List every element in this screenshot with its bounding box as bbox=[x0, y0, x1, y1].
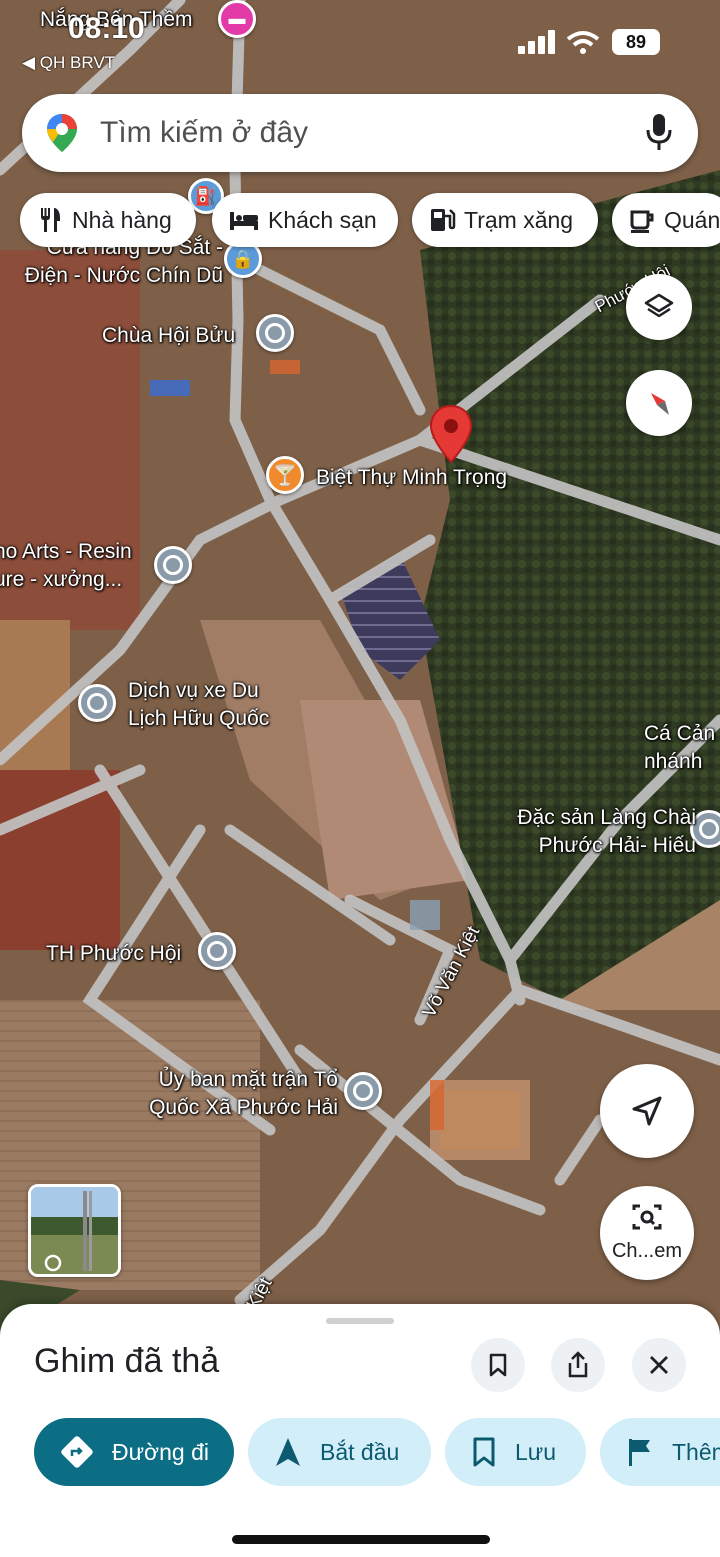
map-label-th-phuoc-hoi[interactable]: TH Phước Hội bbox=[46, 940, 181, 968]
sheet-drag-handle[interactable] bbox=[326, 1318, 394, 1324]
search-bar[interactable] bbox=[22, 94, 698, 172]
place-poi-icon[interactable] bbox=[344, 1072, 382, 1110]
battery-icon: 89 bbox=[612, 29, 660, 55]
directions-label: Đường đi bbox=[112, 1438, 209, 1465]
fuel-pump-icon bbox=[431, 209, 456, 231]
map-label-chua-hoi-buu[interactable]: Chùa Hội Bửu bbox=[102, 322, 235, 350]
place-poi-icon[interactable] bbox=[154, 546, 192, 584]
cellular-signal-icon bbox=[518, 30, 556, 54]
google-maps-pin-icon bbox=[47, 114, 77, 152]
close-icon bbox=[650, 1356, 668, 1374]
chip-label: Trạm xăng bbox=[464, 206, 574, 233]
map-label-arts-resin[interactable]: no Arts - Resin ure - xưởng... bbox=[0, 538, 146, 594]
bookmark-icon bbox=[489, 1353, 507, 1377]
status-time: 08:10 bbox=[68, 12, 145, 45]
dropped-pin-icon[interactable] bbox=[428, 404, 474, 466]
navigation-start-icon bbox=[276, 1438, 300, 1466]
share-icon bbox=[568, 1351, 588, 1378]
bookmark-icon bbox=[473, 1437, 495, 1467]
microphone-icon[interactable] bbox=[644, 112, 674, 154]
temple-poi-icon[interactable] bbox=[256, 314, 294, 352]
street-view-thumbnail[interactable] bbox=[28, 1184, 121, 1277]
flag-icon bbox=[629, 1439, 650, 1466]
compass-icon bbox=[651, 393, 669, 415]
layers-button[interactable] bbox=[626, 274, 692, 340]
lens-label: Ch...em bbox=[611, 1240, 683, 1262]
share-button[interactable] bbox=[551, 1338, 605, 1392]
back-to-app-link[interactable]: ◀ QH BRVT bbox=[22, 53, 115, 73]
save-icon-button[interactable] bbox=[471, 1338, 525, 1392]
compass-button[interactable] bbox=[626, 370, 692, 436]
chip-gas-stations[interactable]: Trạm xăng bbox=[412, 193, 598, 247]
close-button[interactable] bbox=[632, 1338, 686, 1392]
add-label-button[interactable]: Thêm bbox=[600, 1418, 720, 1486]
map-label-uy-ban[interactable]: Ủy ban mặt trận Tổ Quốc Xã Phước Hải bbox=[126, 1066, 338, 1122]
street-view-preview bbox=[31, 1187, 118, 1274]
my-location-button[interactable] bbox=[600, 1064, 694, 1158]
save-button[interactable]: Lưu bbox=[445, 1418, 586, 1486]
chip-label: Khách sạn bbox=[268, 206, 377, 233]
chip-label: Quán bbox=[664, 206, 720, 233]
layers-icon bbox=[644, 293, 674, 318]
status-bar: 08:10 ◀ QH BRVT 89 bbox=[0, 0, 720, 80]
search-input[interactable] bbox=[100, 106, 620, 160]
directions-button[interactable]: Đường đi bbox=[34, 1418, 234, 1486]
chip-restaurants[interactable]: Nhà hàng bbox=[20, 193, 196, 247]
place-sheet[interactable]: Ghim đã thả Đường đi Bắt đầu Lưu Thê bbox=[0, 1304, 720, 1557]
lens-search-button[interactable]: Ch...em bbox=[600, 1186, 694, 1280]
save-label: Lưu bbox=[515, 1438, 556, 1465]
school-poi-icon[interactable] bbox=[198, 932, 236, 970]
place-poi-icon[interactable] bbox=[78, 684, 116, 722]
wifi-icon bbox=[566, 31, 600, 54]
map-label-dich-vu-xe[interactable]: Dịch vụ xe Du Lịch Hữu Quốc bbox=[128, 677, 298, 733]
chip-label: Nhà hàng bbox=[72, 206, 172, 233]
coffee-cup-icon bbox=[630, 210, 654, 233]
map-label-ca-canh[interactable]: Cá Cản nhánh bbox=[644, 720, 720, 776]
directions-icon bbox=[61, 1436, 93, 1468]
bar-poi-icon[interactable]: 🍸 bbox=[266, 456, 304, 494]
chip-hotels[interactable]: Khách sạn bbox=[212, 193, 398, 247]
navigation-arrow-icon bbox=[632, 1096, 662, 1126]
start-button[interactable]: Bắt đầu bbox=[248, 1418, 431, 1486]
fork-knife-icon bbox=[41, 208, 60, 232]
bed-icon bbox=[230, 212, 258, 230]
chip-cafes[interactable]: Quán bbox=[612, 193, 720, 247]
map-label-biet-thu[interactable]: Biệt Thự Minh Trọng bbox=[316, 464, 507, 492]
map-label-dac-san[interactable]: Đặc sản Làng Chài Phước Hải- Hiếu bbox=[486, 804, 696, 860]
sheet-title: Ghim đã thả bbox=[34, 1342, 220, 1380]
action-buttons: Đường đi Bắt đầu Lưu Thêm bbox=[34, 1418, 720, 1486]
camera-search-icon bbox=[632, 1204, 662, 1230]
start-label: Bắt đầu bbox=[320, 1438, 400, 1465]
add-label-text: Thêm bbox=[672, 1438, 720, 1465]
category-chips: Nhà hàng Khách sạn Trạm xăng Quán bbox=[20, 193, 720, 247]
home-indicator bbox=[232, 1535, 490, 1544]
